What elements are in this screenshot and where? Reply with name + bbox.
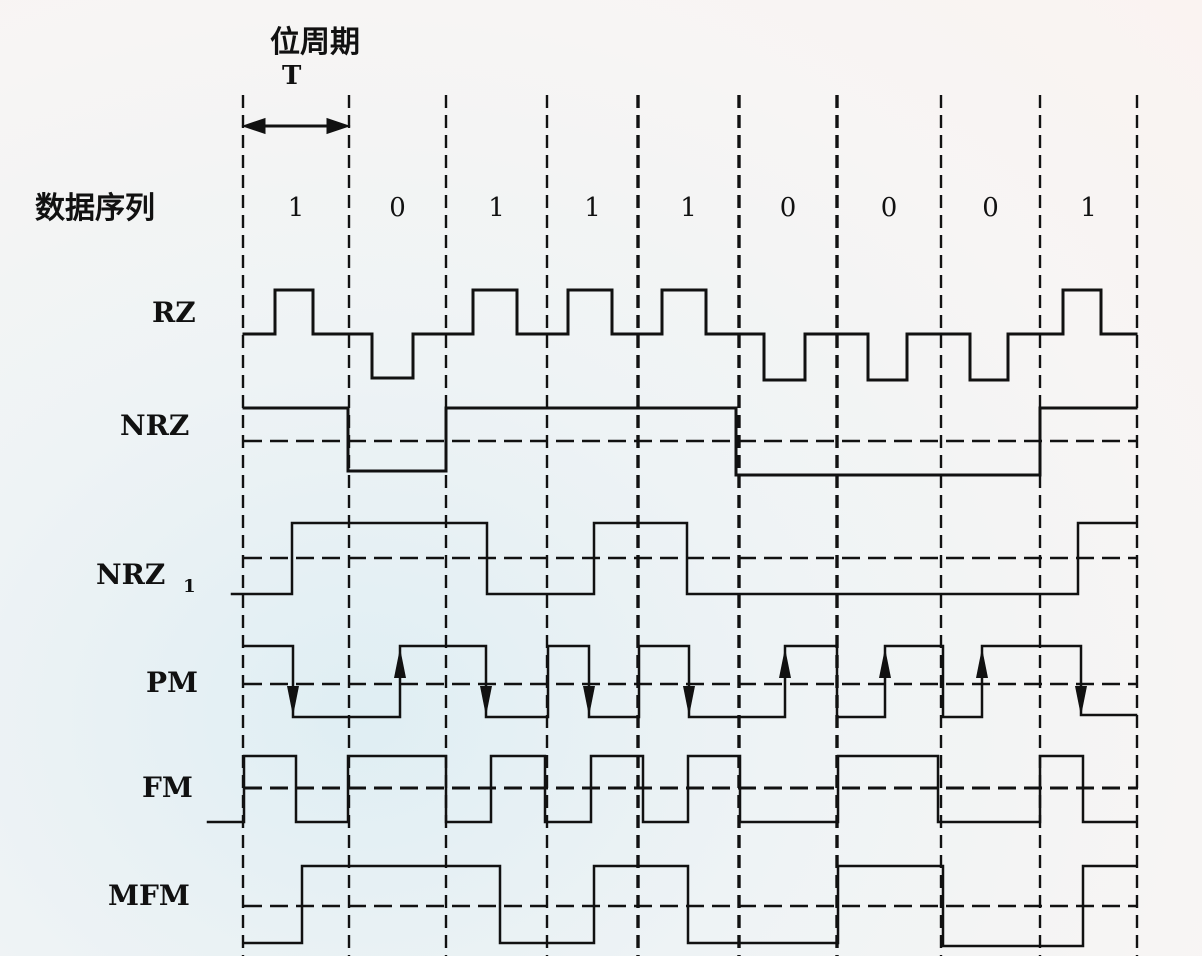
bit-period-arrow: [241, 117, 351, 135]
pm-arrow-up: [976, 648, 988, 678]
data-bit: 1: [584, 193, 601, 223]
rz-waveform: [242, 288, 1138, 382]
data-bit: 0: [881, 193, 898, 223]
data-bit: 1: [288, 193, 305, 223]
data-bit: 1: [1080, 193, 1097, 223]
data-bit: 0: [982, 193, 999, 223]
pm-transition-arrows: [287, 648, 1087, 716]
data-bits-row: 1 0 1 1 1 0 0 0 1: [288, 193, 1097, 223]
bit-period-symbol: T: [282, 61, 302, 91]
pm-arrow-up: [879, 648, 891, 678]
pm-arrow-up: [394, 648, 406, 678]
nrz1-label: NRZ 1: [96, 558, 196, 597]
data-bit: 0: [389, 193, 406, 223]
pm-arrow-down: [480, 686, 492, 716]
data-bit: 0: [780, 193, 797, 223]
rz-label: RZ: [152, 296, 196, 329]
pm-arrow-down: [583, 686, 595, 716]
bit-period-label: 位周期: [270, 25, 360, 60]
pm-arrow-up: [779, 648, 791, 678]
nrz-label: NRZ: [120, 409, 189, 442]
pm-arrow-down: [287, 686, 299, 716]
fm-label: FM: [142, 771, 193, 804]
pm-arrow-down: [1075, 686, 1087, 716]
data-sequence-label: 数据序列: [35, 191, 155, 226]
bit-boundary-lines: [241, 95, 1139, 956]
mfm-label: MFM: [108, 879, 190, 912]
nrz1-label-subscript: 1: [183, 576, 196, 597]
pm-arrow-down: [683, 686, 695, 716]
data-bit: 1: [680, 193, 697, 223]
nrz1-label-main: NRZ: [96, 558, 165, 591]
data-bit: 1: [488, 193, 505, 223]
encoding-waveform-diagram: 位周期 T 数据序列 101110001 RZ NRZ NRZ 1 PM FM …: [35, 25, 1139, 956]
reference-midlines: [244, 439, 1138, 908]
pm-label: PM: [146, 666, 198, 699]
